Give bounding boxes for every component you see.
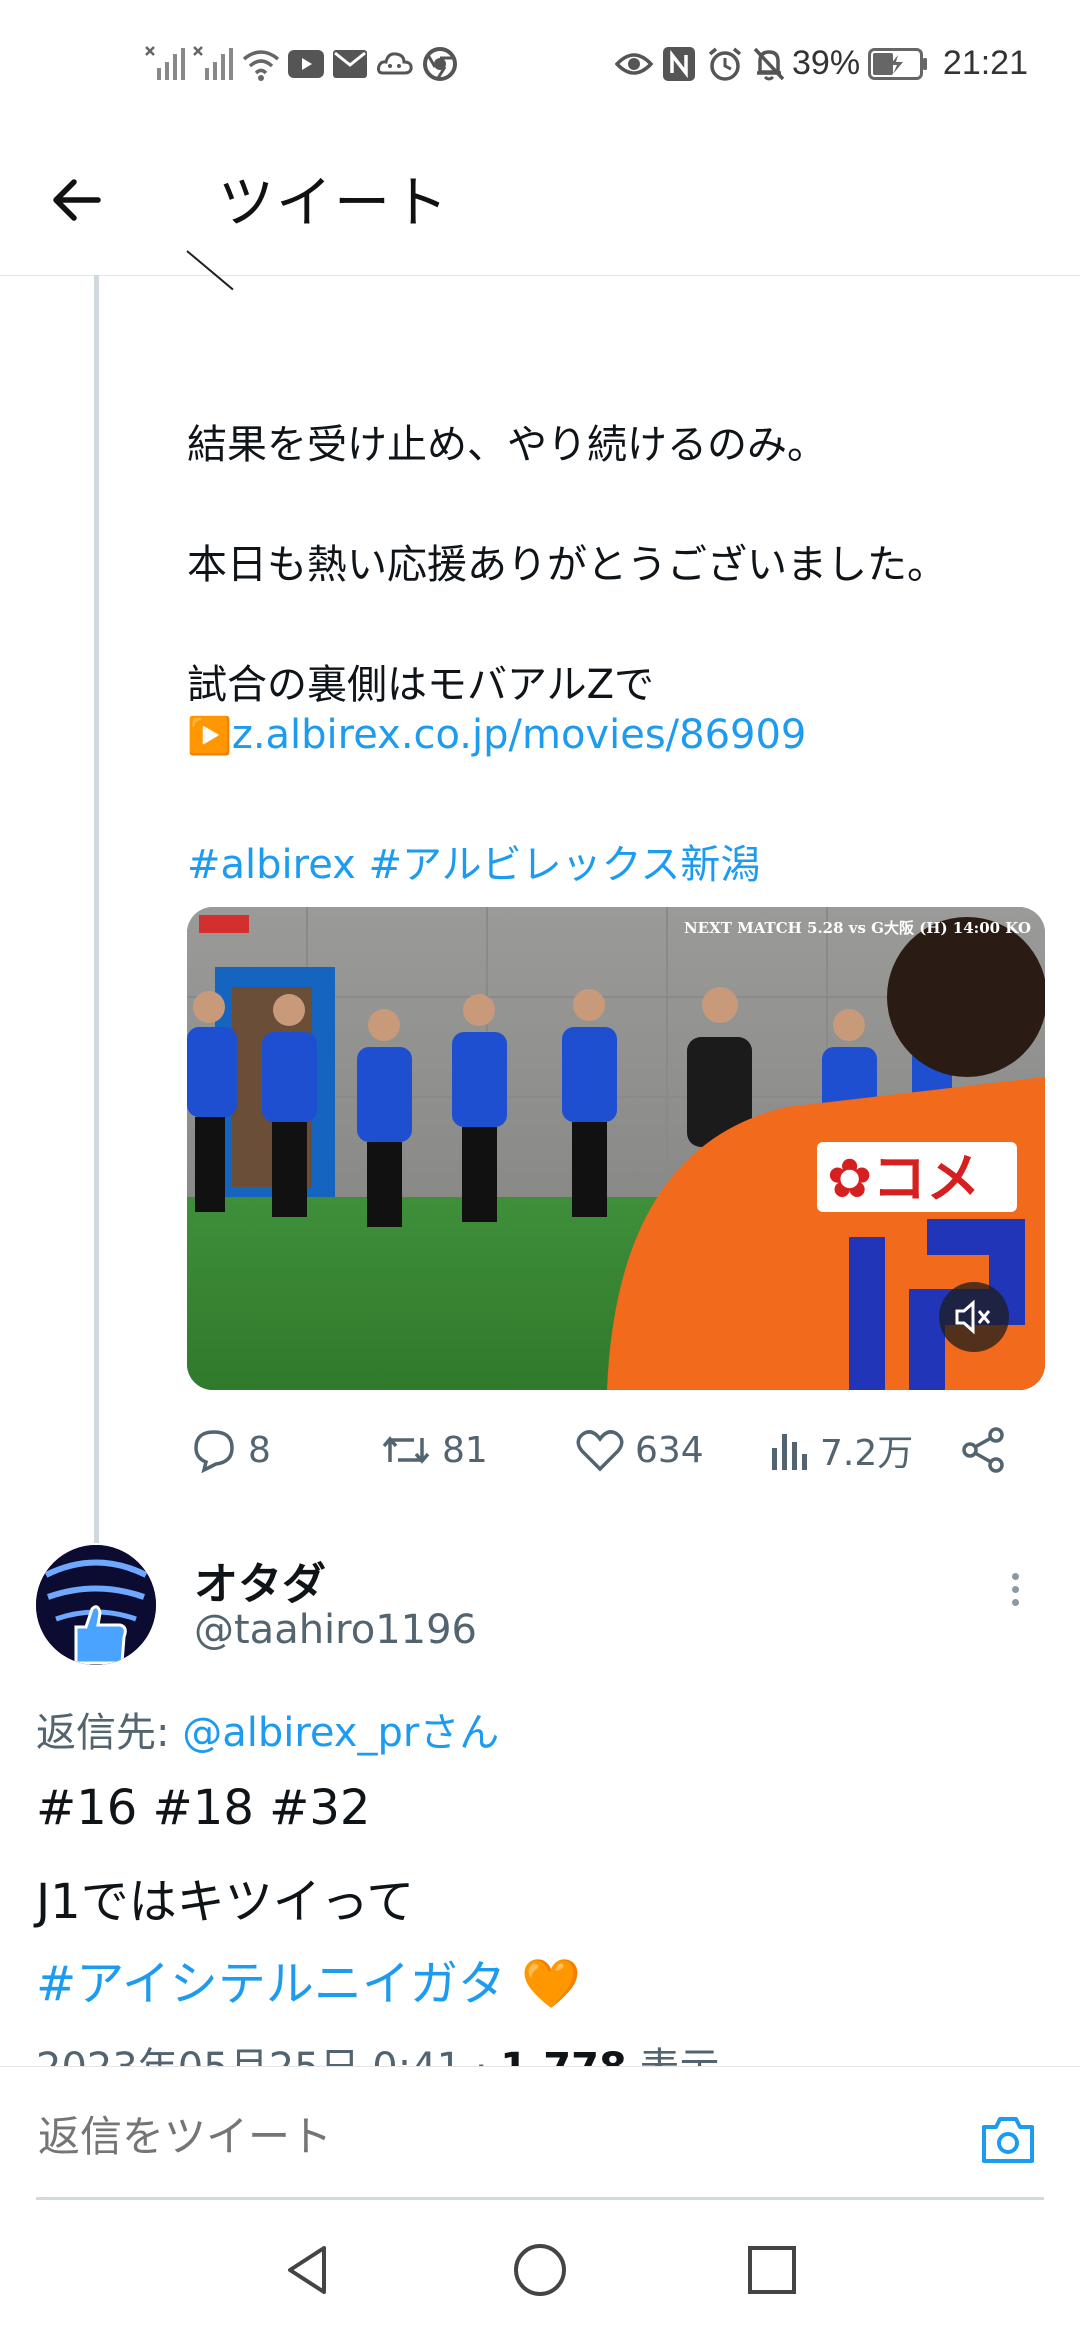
share-button[interactable] bbox=[958, 1425, 1018, 1475]
battery-icon bbox=[868, 44, 928, 84]
video-overlay-text: NEXT MATCH 5.28 vs G大阪 (H) 14:00 KO bbox=[683, 919, 1031, 937]
volume-muted-icon bbox=[955, 1299, 991, 1335]
eye-icon bbox=[615, 44, 653, 84]
tweet-link[interactable]: z.albirex.co.jp/movies/86909 bbox=[232, 712, 807, 758]
views-button[interactable]: 7.2万 bbox=[770, 1425, 913, 1475]
nav-back-icon[interactable] bbox=[280, 2242, 336, 2298]
like-count: 634 bbox=[635, 1429, 704, 1471]
reply-to-line: 返信先: @albirex_prさん bbox=[36, 1700, 499, 1758]
reply-text-line: J1ではキツイって bbox=[36, 1874, 415, 1930]
reply-compose-bar bbox=[0, 2066, 1080, 2201]
retweet-button[interactable]: 81 bbox=[380, 1425, 488, 1475]
reply-to-handle[interactable]: @albirex_prさん bbox=[182, 1710, 499, 1756]
signal-off-icon bbox=[193, 44, 233, 84]
bar-chart-icon bbox=[772, 1434, 807, 1470]
svg-text:✿コメ: ✿コメ bbox=[827, 1147, 980, 1210]
reply-count-button[interactable]: 8 bbox=[190, 1425, 271, 1475]
battery-percent: 39% bbox=[792, 44, 861, 82]
arrow-left-icon bbox=[53, 179, 101, 221]
reply-to-label: 返信先: bbox=[36, 1710, 183, 1756]
retweet-icon bbox=[382, 1436, 430, 1464]
nfc-icon bbox=[662, 44, 696, 84]
tweet-hashtags[interactable]: #albirex #アルビレックス新潟 bbox=[187, 832, 760, 890]
reply-hashtag[interactable]: #アイシテルニイガタ bbox=[36, 1956, 506, 2012]
top-app-bar: ツイート bbox=[0, 130, 1080, 276]
tweet-text-line: 試合の裏側はモバアルZで bbox=[187, 662, 655, 708]
clock: 21:21 bbox=[942, 44, 1028, 82]
tweet-text-line: 結果を受け止め、やり続けるのみ。 bbox=[187, 422, 827, 468]
reply-author-name[interactable]: オタダ bbox=[194, 1548, 326, 1612]
view-count: 7.2万 bbox=[820, 1433, 914, 1474]
thread-connector-line bbox=[94, 275, 99, 1543]
reply-input[interactable] bbox=[36, 2111, 940, 2162]
page-title: ツイート bbox=[218, 171, 450, 236]
mute-toggle-button[interactable] bbox=[939, 1282, 1009, 1352]
orange-heart-emoji: 🧡 bbox=[521, 1956, 581, 2012]
mail-icon bbox=[333, 44, 367, 84]
more-options-icon[interactable] bbox=[1012, 1573, 1022, 1613]
youtube-icon bbox=[288, 44, 324, 84]
tweet-link-row: ▶️z.albirex.co.jp/movies/86909 bbox=[187, 712, 806, 758]
status-bar: 39% 21:21 bbox=[0, 0, 1080, 130]
tweet-text-line: 本日も熱い応援ありがとうございました。 bbox=[187, 542, 947, 588]
avatar[interactable] bbox=[36, 1545, 156, 1665]
camera-icon bbox=[982, 2117, 1034, 2163]
like-button[interactable]: 634 bbox=[575, 1425, 704, 1475]
nav-home-icon[interactable] bbox=[512, 2242, 568, 2298]
video-thumbnail: ✿コメ bbox=[187, 907, 1045, 1390]
reply-bubble-icon bbox=[194, 1430, 234, 1474]
alarm-icon bbox=[707, 44, 743, 84]
video-player[interactable]: ✿コメ NEXT MATCH 5.28 vs G大阪 (H) 14:00 KO bbox=[187, 907, 1045, 1390]
reply-count: 8 bbox=[248, 1429, 271, 1471]
reply-author-handle[interactable]: @taahiro1196 bbox=[194, 1607, 477, 1653]
chrome-icon bbox=[423, 44, 457, 84]
mute-bell-icon bbox=[752, 44, 786, 84]
cloud-app-icon bbox=[377, 44, 413, 84]
nav-recents-icon[interactable] bbox=[744, 2242, 800, 2298]
play-emoji-icon: ▶️ bbox=[187, 716, 232, 757]
wifi-icon bbox=[242, 44, 280, 84]
back-button[interactable] bbox=[48, 170, 118, 240]
signal-off-icon bbox=[145, 44, 185, 84]
avatar-image bbox=[36, 1545, 156, 1665]
camera-button[interactable] bbox=[978, 2111, 1038, 2167]
share-icon bbox=[962, 1427, 1004, 1473]
heart-icon bbox=[576, 1430, 624, 1472]
reply-text-line: #16 #18 #32 bbox=[36, 1780, 371, 1836]
retweet-count: 81 bbox=[442, 1429, 488, 1471]
reply-hashtag-row: #アイシテルニイガタ 🧡 bbox=[36, 1944, 581, 2014]
system-nav-bar bbox=[0, 2200, 1080, 2340]
